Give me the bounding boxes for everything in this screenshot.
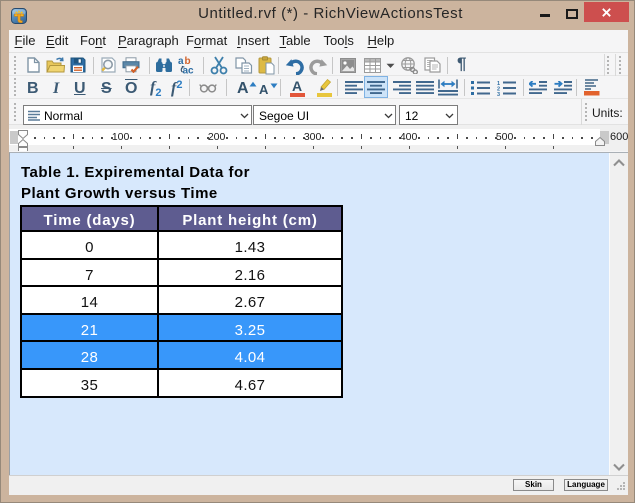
svg-text:3: 3 [497, 92, 500, 96]
